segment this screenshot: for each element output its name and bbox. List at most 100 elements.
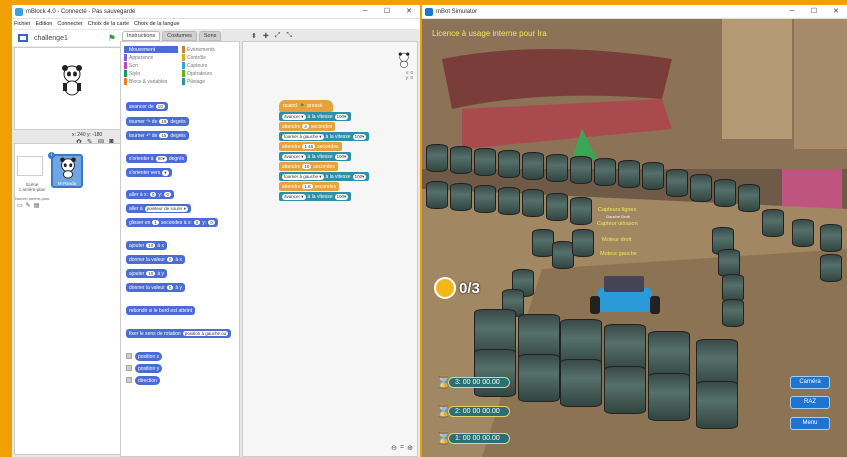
green-flag-icon[interactable]: ⚑ (108, 33, 116, 44)
camera-button[interactable]: Caméra (790, 376, 830, 389)
block-dropdown[interactable]: avancer ▾ (282, 193, 306, 200)
block-aller-a[interactable]: aller à pointeur de souris ▾ (126, 204, 191, 213)
block-dropdown[interactable]: position à gauche ou (182, 331, 229, 336)
category-8[interactable]: Blocs & variables (124, 78, 178, 85)
block-ajouter-x[interactable]: ajouter 10 à x (126, 241, 167, 250)
tab-sons[interactable]: Sons (198, 31, 222, 41)
menu-langue[interactable]: Choix de la langue (134, 21, 180, 27)
block-input[interactable]: 0 (149, 192, 157, 197)
close-icon[interactable]: ✕ (398, 5, 420, 19)
category-4[interactable]: Son (124, 62, 178, 69)
block-dropdown[interactable]: avancer ▾ (282, 113, 306, 120)
block-input[interactable]: 10 (302, 164, 312, 169)
backdrop-pencil-icon[interactable]: ✎ (26, 202, 31, 209)
reporter-position-x[interactable]: position x (135, 352, 163, 361)
delete-icon[interactable]: ✚ (263, 32, 269, 40)
block-dropdown[interactable]: avancer ▾ (282, 153, 306, 160)
block-input[interactable]: 100▾ (352, 133, 367, 140)
reporter-direction[interactable]: direction (135, 376, 160, 385)
block-avancer[interactable]: avancer de 10 (126, 102, 168, 111)
block-input[interactable]: 1 (152, 220, 159, 225)
block-input[interactable]: 100▾ (334, 113, 349, 120)
script-block-attendre[interactable]: attendre 1.45 secondes (279, 142, 342, 151)
fullscreen-icon[interactable] (18, 34, 28, 42)
tab-costumes[interactable]: Costumes (162, 31, 197, 41)
script-block-attendre[interactable]: attendre 1.8 secondes (279, 182, 340, 191)
block-input[interactable]: 100▾ (334, 193, 349, 200)
block-orienter[interactable]: s'orienter à 90▾ degrés (126, 154, 188, 163)
category-1[interactable]: Evènements (182, 46, 236, 53)
checkbox-position-x[interactable] (126, 353, 132, 359)
zoom-in-icon[interactable]: ⊕ (407, 444, 413, 452)
info-icon[interactable]: i (48, 152, 55, 159)
menu-carte[interactable]: Choix de la carte (88, 21, 129, 27)
category-9[interactable]: Pilotage (182, 78, 236, 85)
raz-button[interactable]: RAZ (790, 396, 830, 409)
grow-icon[interactable]: ⤢ (275, 32, 281, 40)
block-ajouter-y[interactable]: ajouter 10 à y (126, 269, 167, 278)
block-donner-x[interactable]: donner la valeur 0 à x (126, 255, 186, 264)
block-input[interactable]: 10 (155, 104, 165, 109)
maximize-icon[interactable]: ☐ (376, 5, 398, 19)
block-dropdown[interactable]: tourner à gauche ▾ (282, 173, 324, 180)
panda-sprite-thumb[interactable]: M-Panda (51, 154, 83, 188)
block-tourner-gauche[interactable]: tourner ↶ de 15 degrés (126, 131, 189, 140)
script-block-attendre[interactable]: attendre 10 secondes (279, 162, 338, 171)
block-rebondir[interactable]: rebondir si le bord est atteint (126, 306, 196, 315)
block-dropdown[interactable]: tourner à gauche ▾ (282, 133, 324, 140)
block-dropdown[interactable]: pointeur de souris ▾ (144, 205, 188, 212)
block-input[interactable]: 100▾ (352, 173, 367, 180)
shrink-icon[interactable]: ⤡ (286, 32, 292, 40)
block-input[interactable]: 15 (159, 119, 169, 124)
block-input[interactable]: 0 (164, 192, 171, 197)
block-input[interactable]: 15 (159, 133, 169, 138)
block-input[interactable]: 0 (166, 257, 174, 262)
stage-canvas[interactable] (14, 47, 130, 130)
backdrop-paint-icon[interactable]: ▭ (17, 202, 23, 209)
block-input[interactable]: 1.8 (302, 184, 313, 189)
block-orienter-vers[interactable]: s'orienter vers ▾ (126, 168, 172, 177)
duplicate-icon[interactable]: ⬍ (251, 32, 257, 40)
block-dropdown[interactable]: ▾ (162, 169, 169, 176)
menu-connecter[interactable]: Connecter (57, 21, 82, 27)
block-input[interactable]: 0 (166, 285, 174, 290)
script-block-avancer[interactable]: avancer ▾ à la vitesse 100▾ (279, 192, 352, 201)
category-5[interactable]: Capteurs (182, 62, 236, 69)
category-6[interactable]: Stylo (124, 70, 178, 77)
menu-edition[interactable]: Edition (36, 21, 53, 27)
minimize-icon[interactable]: ─ (781, 5, 803, 19)
maximize-icon[interactable]: ☐ (803, 5, 825, 19)
category-7[interactable]: Opérateurs (182, 70, 236, 77)
stage-thumb[interactable] (17, 156, 43, 176)
menu-button[interactable]: Menu (790, 417, 830, 430)
zoom-reset-icon[interactable]: = (400, 444, 404, 452)
zoom-out-icon[interactable]: ⊖ (391, 444, 397, 452)
block-input[interactable]: 100▾ (334, 153, 349, 160)
minimize-icon[interactable]: ─ (354, 5, 376, 19)
category-3[interactable]: Contrôle (182, 54, 236, 61)
category-0[interactable]: Mouvement (124, 46, 178, 53)
3d-scene[interactable]: Capteurs lignes Gauche Droit Capteur ult… (422, 19, 847, 457)
script-area[interactable]: ⬍ ✚ ⤢ ⤡ x: 0 y: 0 quand ⚑ pressé avancer ▾… (242, 32, 418, 457)
menu-fichier[interactable]: Fichier (14, 21, 31, 27)
backdrop-folder-icon[interactable]: ▤ (34, 202, 40, 209)
script-block-attendre[interactable]: attendre 2 secondes (279, 122, 336, 131)
script-block-avancer[interactable]: avancer ▾ à la vitesse 100▾ (279, 112, 352, 121)
category-2[interactable]: Apparence (124, 54, 178, 61)
block-glisser[interactable]: glisser en 1 secondes à x: 0 y: 0 (126, 218, 218, 227)
block-input[interactable]: 2 (302, 124, 309, 129)
when-flag-hat-block[interactable]: quand ⚑ pressé (279, 100, 333, 112)
checkbox-direction[interactable] (126, 377, 132, 383)
checkbox-position-y[interactable] (126, 365, 132, 371)
block-input[interactable]: 0 (208, 220, 215, 225)
block-donner-y[interactable]: donner la valeur 0 à y (126, 283, 186, 292)
script-block-avancer[interactable]: avancer ▾ à la vitesse 100▾ (279, 152, 352, 161)
block-input[interactable]: 0 (193, 220, 201, 225)
close-icon[interactable]: ✕ (825, 5, 847, 19)
reporter-position-y[interactable]: position y (135, 364, 163, 373)
panda-sprite[interactable] (59, 64, 85, 96)
block-aller-xy[interactable]: aller à x: 0 y: 0 (126, 190, 174, 199)
block-input[interactable]: 10 (146, 243, 156, 248)
block-input[interactable]: 1.45 (302, 144, 316, 149)
script-block-tourner[interactable]: tourner à gauche ▾ à la vitesse 100▾ (279, 172, 370, 181)
